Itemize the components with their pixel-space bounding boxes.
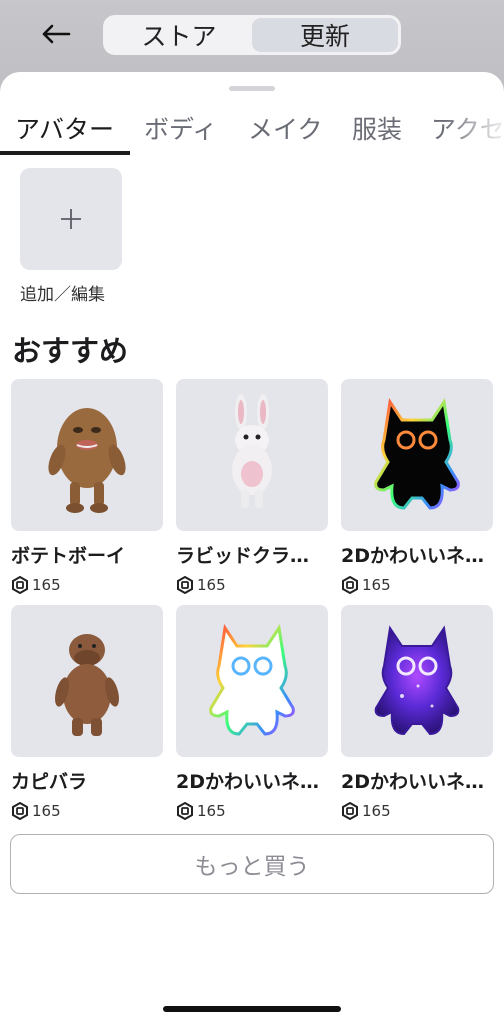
- item-price: 165: [176, 802, 328, 820]
- item-price: 165: [341, 576, 493, 594]
- add-edit-label: 追加／編集: [20, 285, 105, 305]
- item-name: カピバラ: [11, 771, 88, 793]
- item-price: 165: [176, 576, 328, 594]
- store-update-toggle: ストア 更新: [103, 15, 401, 55]
- item-thumbnail: [341, 605, 493, 757]
- item-price-value: 165: [32, 576, 61, 594]
- active-tab-indicator: [0, 151, 130, 155]
- tab-clothing[interactable]: 服装: [352, 110, 402, 146]
- item-name: 2Dかわいいネ…: [341, 771, 484, 793]
- item-price: 165: [11, 802, 163, 820]
- item-card[interactable]: ラビッドクラ… 165: [176, 379, 328, 594]
- item-price: 165: [11, 576, 163, 594]
- item-price-value: 165: [32, 802, 61, 820]
- item-card[interactable]: 2Dかわいいネ… 165: [341, 379, 493, 594]
- tab-avatar[interactable]: アバター: [15, 110, 114, 146]
- capybara-avatar-icon: [55, 634, 119, 736]
- rabbit-avatar-icon: [232, 394, 272, 508]
- item-thumbnail: [176, 605, 328, 757]
- item-price-value: 165: [197, 802, 226, 820]
- section-title: おすすめ: [12, 334, 129, 368]
- item-price: 165: [341, 802, 493, 820]
- home-indicator: [163, 1006, 341, 1012]
- cat-avatar-icon: [374, 625, 460, 736]
- robux-icon: [342, 576, 358, 594]
- robux-icon: [177, 576, 193, 594]
- item-price-value: 165: [362, 576, 391, 594]
- add-edit-button[interactable]: [20, 168, 122, 270]
- item-card[interactable]: 2Dかわいいネ… 165: [176, 605, 328, 820]
- buy-more-button[interactable]: もっと買う: [10, 834, 494, 894]
- tab-accessory[interactable]: アクセ: [431, 110, 504, 146]
- item-card[interactable]: カピバラ 165: [11, 605, 163, 820]
- item-name: 2Dかわいいネ…: [176, 771, 319, 793]
- tab-makeup[interactable]: メイク: [248, 110, 323, 146]
- robux-icon: [342, 802, 358, 820]
- robux-icon: [177, 802, 193, 820]
- plus-icon: [61, 209, 81, 229]
- item-card[interactable]: ボテトボーイ 165: [11, 379, 163, 594]
- item-thumbnail: [11, 605, 163, 757]
- segment-store[interactable]: ストア: [106, 18, 252, 52]
- robux-icon: [12, 802, 28, 820]
- robux-icon: [12, 576, 28, 594]
- item-card[interactable]: 2Dかわいいネ… 165: [341, 605, 493, 820]
- cat-avatar-icon: [374, 397, 460, 510]
- item-name: ボテトボーイ: [11, 545, 126, 567]
- cat-avatar-icon: [209, 623, 295, 736]
- item-thumbnail: [341, 379, 493, 531]
- sheet-grabber[interactable]: [229, 86, 275, 91]
- item-name: ラビッドクラ…: [176, 545, 310, 567]
- segment-update[interactable]: 更新: [252, 18, 398, 52]
- item-thumbnail: [176, 379, 328, 531]
- bottom-sheet: アバター ボディ メイク 服装 アクセ 追加／編集 おすすめ ボテトボーイ 16…: [0, 72, 504, 1024]
- tab-body[interactable]: ボディ: [144, 110, 217, 146]
- item-price-value: 165: [197, 576, 226, 594]
- back-arrow-icon: [42, 24, 71, 44]
- potato-avatar-icon: [48, 408, 126, 513]
- item-name: 2Dかわいいネ…: [341, 545, 484, 567]
- item-thumbnail: [11, 379, 163, 531]
- item-price-value: 165: [362, 802, 391, 820]
- category-tabs: アバター ボディ メイク 服装 アクセ: [0, 102, 504, 156]
- back-button[interactable]: [36, 16, 76, 52]
